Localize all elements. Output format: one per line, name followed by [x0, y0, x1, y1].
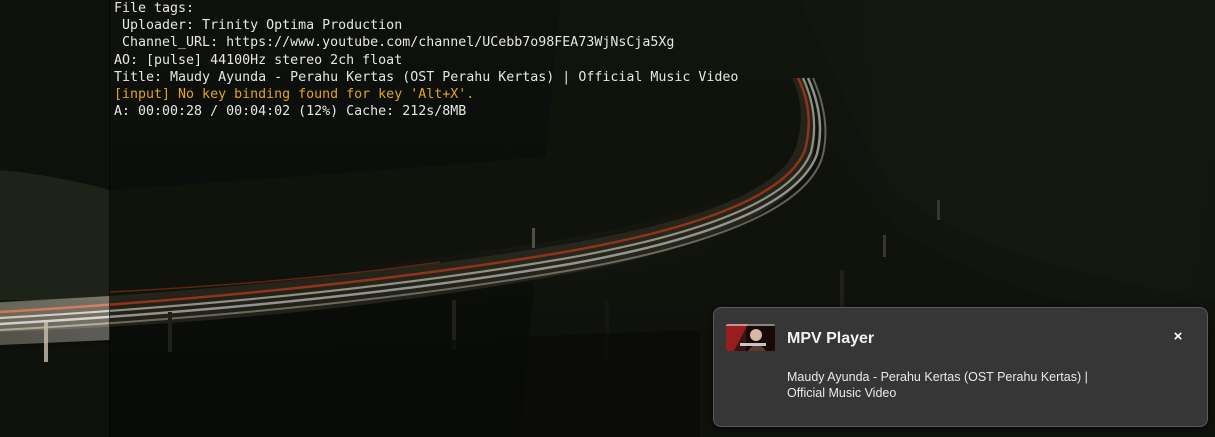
- notification-body: Maudy Ayunda - Perahu Kertas (OST Perahu…: [787, 370, 1167, 401]
- terminal-line: File tags:: [114, 1, 195, 16]
- desktop: File tags: Uploader: Trinity Optima Prod…: [0, 0, 1215, 437]
- notification-body-line: Official Music Video: [787, 385, 897, 400]
- terminal-warning-line: [input] No key binding found for key 'Al…: [114, 86, 475, 102]
- terminal-line: Uploader: Trinity Optima Production: [114, 18, 403, 34]
- close-icon[interactable]: ×: [1166, 324, 1190, 348]
- terminal-line: Title: Maudy Ayunda - Perahu Kertas (OST…: [114, 69, 739, 85]
- video-thumbnail-icon: [726, 324, 775, 351]
- terminal-line: A: 00:00:28 / 00:04:02 (12%) Cache: 212s…: [114, 104, 467, 120]
- terminal-output: File tags: Uploader: Trinity Optima Prod…: [114, 0, 738, 120]
- notification-popup[interactable]: MPV Player × Maudy Ayunda - Perahu Kerta…: [713, 307, 1208, 427]
- notification-body-line: Maudy Ayunda - Perahu Kertas (OST Perahu…: [787, 370, 1088, 384]
- terminal-line: AO: [pulse] 44100Hz stereo 2ch float: [114, 52, 403, 68]
- terminal-line: Channel_URL: https://www.youtube.com/cha…: [114, 35, 675, 51]
- notification-app-name: MPV Player: [787, 330, 875, 347]
